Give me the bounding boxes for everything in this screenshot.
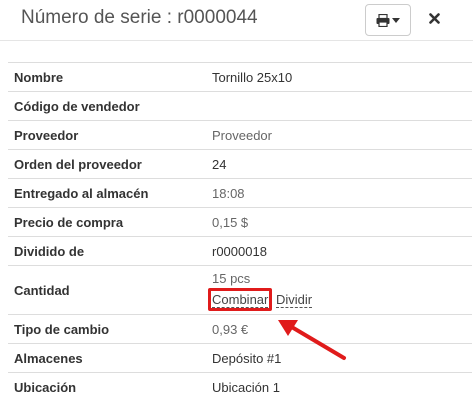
details-table: Nombre Tornillo 25x10 Código de vendedor… — [8, 62, 472, 400]
row-label: Entregado al almacén — [8, 178, 206, 208]
caret-down-icon — [392, 17, 400, 23]
row-value: 0,15 $ — [206, 207, 472, 237]
table-row-quantity: Cantidad 15 pcs Combinar Dividir — [8, 265, 472, 315]
row-value: 15 pcs Combinar Dividir — [206, 265, 472, 315]
row-label: Ubicación — [8, 372, 206, 400]
row-label: Nombre — [8, 62, 206, 92]
table-row: Almacenes Depósito #1 — [8, 343, 472, 373]
table-row: Orden del proveedor 24 — [8, 149, 472, 179]
row-label: Precio de compra — [8, 207, 206, 237]
row-label: Código de vendedor — [8, 91, 206, 121]
details-table-wrap: Nombre Tornillo 25x10 Código de vendedor… — [8, 62, 472, 400]
serial-number-panel: Número de serie : r0000044 Nombre Tornil… — [0, 0, 473, 400]
row-label: Orden del proveedor — [8, 149, 206, 179]
row-value: 18:08 — [206, 178, 472, 208]
table-row: Ubicación Ubicación 1 — [8, 372, 472, 400]
row-value: r0000018 — [206, 236, 472, 266]
row-value: Proveedor — [206, 120, 472, 150]
row-value: Tornillo 25x10 — [206, 62, 472, 92]
highlight-box: Combinar — [208, 288, 273, 311]
split-link[interactable]: Dividir — [275, 292, 313, 308]
quantity-value: 15 pcs — [212, 271, 251, 286]
annotation-arrow-icon — [278, 320, 346, 360]
table-row: Precio de compra 0,15 $ — [8, 207, 472, 237]
row-label: Cantidad — [8, 265, 206, 315]
table-row: Tipo de cambio 0,93 € — [8, 314, 472, 344]
combine-link[interactable]: Combinar — [212, 292, 269, 308]
table-row: Entregado al almacén 18:08 — [8, 178, 472, 208]
close-icon — [428, 11, 440, 29]
table-row: Proveedor Proveedor — [8, 120, 472, 150]
panel-header: Número de serie : r0000044 — [0, 0, 473, 41]
row-label: Dividido de — [8, 236, 206, 266]
row-value: Ubicación 1 — [206, 372, 472, 400]
row-label: Proveedor — [8, 120, 206, 150]
quantity-actions: Combinar Dividir — [208, 288, 466, 311]
print-button[interactable] — [365, 4, 411, 36]
table-row: Dividido de r0000018 — [8, 236, 472, 266]
row-value — [206, 91, 472, 121]
page-title: Número de serie : r0000044 — [21, 7, 258, 28]
table-row: Nombre Tornillo 25x10 — [8, 62, 472, 92]
printer-icon — [376, 13, 390, 27]
row-label: Tipo de cambio — [8, 314, 206, 344]
close-button[interactable] — [424, 10, 444, 30]
table-row: Código de vendedor — [8, 91, 472, 121]
row-label: Almacenes — [8, 343, 206, 373]
row-value: 24 — [206, 149, 472, 179]
